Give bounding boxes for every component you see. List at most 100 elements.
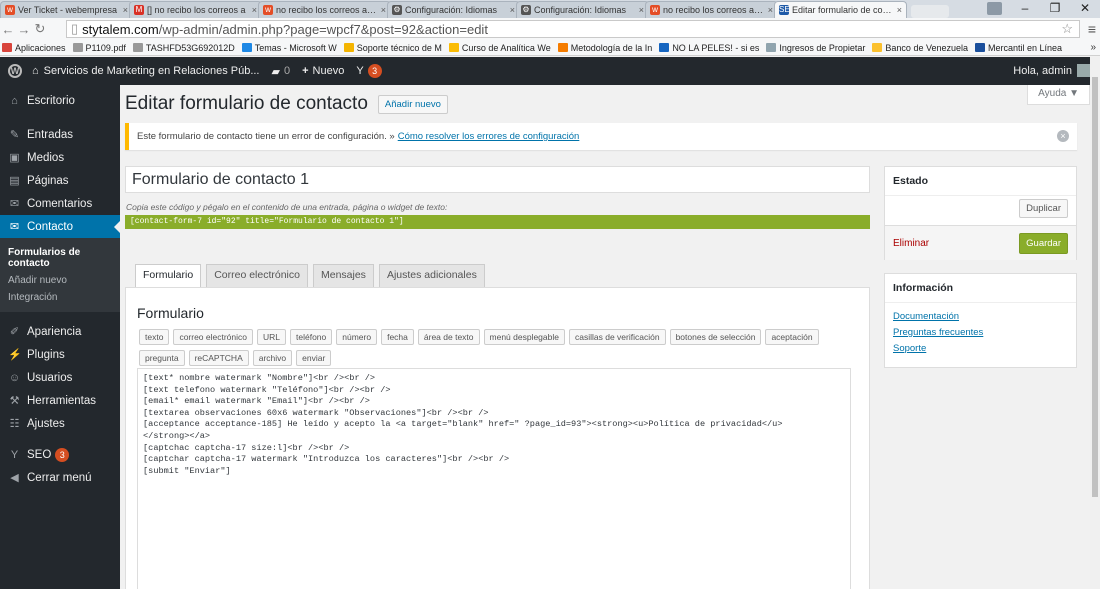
back-icon[interactable]: ← <box>0 22 16 37</box>
status-box: Estado Duplicar Eliminar Guardar <box>884 166 1077 260</box>
bookmarks-overflow-icon[interactable]: » <box>1090 42 1096 53</box>
bookmark-item[interactable]: Ingresos de Propietar <box>766 43 865 53</box>
submenu-item[interactable]: Añadir nuevo <box>0 272 120 289</box>
site-name-link[interactable]: ⌂ Servicios de Marketing en Relaciones Pú… <box>32 65 260 77</box>
tag-button[interactable]: pregunta <box>139 350 185 366</box>
submenu-item[interactable]: Integración <box>0 289 120 306</box>
tag-button[interactable]: aceptación <box>765 329 819 345</box>
sidebar-item-escritorio[interactable]: ⌂ Escritorio <box>0 89 120 112</box>
info-link[interactable]: Soporte <box>893 343 1068 354</box>
notice-help-link[interactable]: Cómo resolver los errores de configuraci… <box>398 131 580 142</box>
info-link[interactable]: Documentación <box>893 311 1068 322</box>
tag-button[interactable]: texto <box>139 329 170 345</box>
bookmark-item[interactable]: Soporte técnico de M <box>343 43 442 53</box>
sidebar-item-ajustes[interactable]: ☷ Ajustes <box>0 412 120 435</box>
form-title-input[interactable]: Formulario de contacto 1 <box>125 166 870 193</box>
tag-button[interactable]: botones de selección <box>669 329 762 345</box>
tab-0[interactable]: Formulario <box>135 264 202 288</box>
sidebar-item-comentarios[interactable]: ✉ Comentarios <box>0 192 120 215</box>
comments-link[interactable]: ▰ 0 <box>272 65 291 78</box>
sidebar-item-contacto[interactable]: ✉ Contacto <box>0 215 120 238</box>
profile-icon[interactable] <box>987 2 1002 15</box>
reload-icon[interactable]: ↻ <box>32 21 48 37</box>
browser-tab[interactable]: w Ver Ticket - webempresa × <box>0 1 133 18</box>
tab-close-icon[interactable]: × <box>897 5 902 15</box>
tag-button[interactable]: correo electrónico <box>173 329 253 345</box>
browser-menu-icon[interactable]: ≡ <box>1088 21 1096 37</box>
forward-icon[interactable]: → <box>16 22 32 37</box>
browser-tab[interactable]: w no recibo los correos a tra × <box>258 1 391 18</box>
bookmark-icon <box>659 43 670 52</box>
bookmark-item[interactable]: Metodología de la In <box>557 43 652 53</box>
tab-close-icon[interactable]: × <box>381 5 386 15</box>
bookmarks-bar: Aplicaciones P1109.pdf TASHFD53G692012D Tem… <box>0 40 1100 56</box>
bookmark-label: Mercantil en Línea <box>988 42 1063 53</box>
sidebar-item-apariencia[interactable]: ✐ Apariencia <box>0 320 120 343</box>
add-new-button[interactable]: Añadir nuevo <box>377 94 448 114</box>
tag-button[interactable]: archivo <box>252 350 293 366</box>
sidebar-item-usuarios[interactable]: ☺ Usuarios <box>0 366 120 389</box>
tag-button[interactable]: URL <box>257 329 287 345</box>
bookmark-icon <box>448 43 459 52</box>
tab-1[interactable]: Correo electrónico <box>206 264 308 287</box>
account-menu[interactable]: Hola, admin <box>1013 64 1090 77</box>
bookmark-item[interactable]: Mercantil en Línea <box>975 43 1062 53</box>
tag-button[interactable]: reCAPTCHA <box>188 350 249 366</box>
wordpress-logo-icon[interactable]: W <box>8 64 22 78</box>
save-button[interactable]: Guardar <box>1019 233 1068 254</box>
bookmark-item[interactable]: Temas - Microsoft W <box>241 43 337 53</box>
tag-button[interactable]: área de texto <box>417 329 480 345</box>
sidebar-item-label: Contacto <box>27 220 74 233</box>
page-scrollbar[interactable] <box>1090 57 1100 589</box>
browser-tab[interactable]: w no recibo los correos a tra × <box>645 1 778 18</box>
new-content-link[interactable]: + Nuevo <box>302 65 344 77</box>
bookmark-item[interactable]: TASHFD53G692012D <box>132 43 235 53</box>
form-code-editor[interactable]: [text* nombre watermark "Nombre"]<br /><… <box>137 368 851 589</box>
sidebar-item-medios[interactable]: ▣ Medios <box>0 146 120 169</box>
bookmark-item[interactable]: Aplicaciones <box>2 43 66 53</box>
tab-close-icon[interactable]: × <box>123 5 128 15</box>
tag-button[interactable]: teléfono <box>290 329 333 345</box>
browser-tab[interactable]: SE Editar formulario de conta × <box>774 1 907 18</box>
collapse-menu-button[interactable]: ◀ Cerrar menú <box>0 466 120 489</box>
sidebar-item-seo[interactable]: Y SEO 3 <box>0 443 120 466</box>
tab-3[interactable]: Ajustes adicionales <box>378 264 485 287</box>
tab-close-icon[interactable]: × <box>510 5 515 15</box>
bookmark-item[interactable]: P1109.pdf <box>72 43 126 53</box>
tag-button[interactable]: fecha <box>381 329 414 345</box>
tab-2[interactable]: Mensajes <box>312 264 374 287</box>
delete-link[interactable]: Eliminar <box>893 238 929 249</box>
tab-close-icon[interactable]: × <box>768 5 773 15</box>
shortcode-field[interactable]: [contact-form-7 id="92" title="Formulari… <box>125 215 870 229</box>
browser-tab[interactable]: ⚙ Configuración: Idiomas × <box>516 1 649 18</box>
bookmark-item[interactable]: Curso de Analítica We <box>448 43 551 53</box>
seo-adminbar-link[interactable]: Y3 <box>356 64 382 78</box>
new-tab-button[interactable] <box>911 5 949 18</box>
tab-close-icon[interactable]: × <box>252 5 257 15</box>
sidebar-item-páginas[interactable]: ▤ Páginas <box>0 169 120 192</box>
sidebar-item-herramientas[interactable]: ⚒ Herramientas <box>0 389 120 412</box>
dismiss-icon[interactable]: × <box>1057 130 1069 142</box>
avatar <box>1077 64 1090 77</box>
minimize-icon[interactable]: – <box>1010 0 1040 18</box>
help-tab[interactable]: Ayuda ▼ <box>1027 85 1090 105</box>
tag-button[interactable]: enviar <box>296 350 332 366</box>
scrollbar-thumb[interactable] <box>1092 77 1098 497</box>
info-link[interactable]: Preguntas frecuentes <box>893 327 1068 338</box>
url-input[interactable]: ▯ stytalem.com/wp-admin/admin.php?page=w… <box>66 20 1080 38</box>
close-icon[interactable]: ✕ <box>1070 0 1100 18</box>
tag-button[interactable]: menú desplegable <box>483 329 565 345</box>
browser-tab[interactable]: M[] no recibo los correos a × <box>129 1 262 18</box>
bookmark-star-icon[interactable]: ☆ <box>1061 21 1073 37</box>
bookmark-item[interactable]: NO LA PELES! - si es <box>659 43 759 53</box>
tag-button[interactable]: número <box>336 329 378 345</box>
tab-close-icon[interactable]: × <box>639 5 644 15</box>
sidebar-item-entradas[interactable]: ✎ Entradas <box>0 123 120 146</box>
duplicate-button[interactable]: Duplicar <box>1019 199 1068 218</box>
bookmark-item[interactable]: Banco de Venezuela <box>872 43 968 53</box>
sidebar-item-plugins[interactable]: ⚡ Plugins <box>0 343 120 366</box>
maximize-icon[interactable]: ❐ <box>1040 0 1070 18</box>
browser-tab[interactable]: ⚙ Configuración: Idiomas × <box>387 1 520 18</box>
submenu-item[interactable]: Formularios de contacto <box>0 244 120 272</box>
tag-button[interactable]: casillas de verificación <box>569 329 666 345</box>
